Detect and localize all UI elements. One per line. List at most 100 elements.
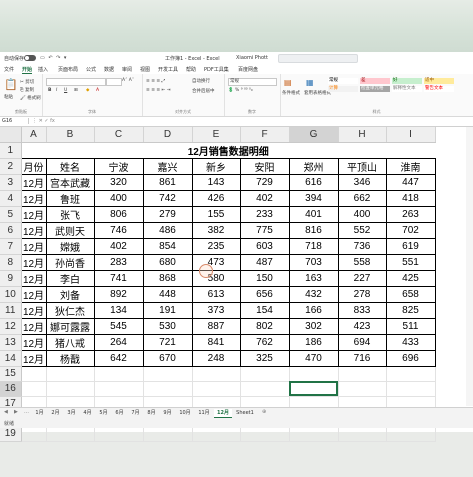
data-cell[interactable]: 729 <box>239 173 290 191</box>
data-cell[interactable]: 235 <box>191 237 241 255</box>
data-cell[interactable]: 12月 <box>20 253 47 271</box>
data-cell[interactable]: 12月 <box>20 301 47 319</box>
paste-icon[interactable]: 📋 <box>4 78 18 91</box>
empty-cell[interactable] <box>143 366 193 382</box>
row-header-12[interactable]: 12 <box>0 318 22 335</box>
sheet-tab-7[interactable]: 8月 <box>144 409 159 417</box>
paste-label[interactable]: 粘贴 <box>4 94 13 100</box>
currency-icon[interactable]: 💲 % ⁹ ⁰⁰ ⁰₀ <box>228 88 253 93</box>
data-cell[interactable]: 680 <box>142 253 193 271</box>
data-cell[interactable]: 12月 <box>20 317 47 335</box>
data-cell[interactable]: 402 <box>239 189 290 207</box>
data-cell[interactable]: 868 <box>142 269 193 287</box>
ribbon-tab-9[interactable]: 帮助 <box>186 66 196 73</box>
select-all-corner[interactable] <box>0 127 22 143</box>
underline-button[interactable]: U <box>64 88 67 93</box>
sheet-tab-0[interactable]: 1月 <box>32 409 47 417</box>
data-cell[interactable]: 武则天 <box>45 221 95 239</box>
data-cell[interactable]: 12月 <box>20 173 47 191</box>
empty-cell[interactable] <box>386 426 436 442</box>
cell-style-2[interactable]: 好 <box>392 78 422 84</box>
column-header-F[interactable]: F <box>240 127 290 143</box>
data-cell[interactable]: 530 <box>142 317 193 335</box>
data-cell[interactable]: 447 <box>385 173 436 191</box>
sheet-tab-10[interactable]: 11月 <box>195 409 213 417</box>
data-cell[interactable]: 432 <box>288 285 339 303</box>
data-cell[interactable]: 616 <box>288 173 339 191</box>
data-cell[interactable]: 264 <box>93 333 144 351</box>
empty-cell[interactable] <box>338 426 387 442</box>
row-header-11[interactable]: 11 <box>0 302 22 319</box>
add-sheet-icon[interactable]: ⊕ <box>262 409 266 415</box>
data-cell[interactable]: 191 <box>142 301 193 319</box>
data-cell[interactable]: 806 <box>93 205 144 223</box>
row-header-6[interactable]: 6 <box>0 222 22 239</box>
search-box[interactable] <box>278 54 358 63</box>
ribbon-tab-4[interactable]: 公式 <box>86 66 96 73</box>
data-cell[interactable]: 12月 <box>20 269 47 287</box>
empty-cell[interactable] <box>46 426 95 442</box>
column-header-A[interactable]: A <box>21 127 47 143</box>
data-cell[interactable]: 宫本武藏 <box>45 173 95 191</box>
data-cell[interactable]: 558 <box>337 253 387 271</box>
data-cell[interactable]: 杨戬 <box>45 349 95 367</box>
empty-cell[interactable] <box>386 366 436 382</box>
ribbon-tab-0[interactable]: 文件 <box>4 66 14 73</box>
sheet-tab-4[interactable]: 5月 <box>96 409 111 417</box>
header-cell-I[interactable]: 淮南 <box>385 157 436 175</box>
data-cell[interactable]: 892 <box>93 285 144 303</box>
data-cell[interactable]: 551 <box>385 253 436 271</box>
row-header-9[interactable]: 9 <box>0 270 22 287</box>
column-header-H[interactable]: H <box>338 127 387 143</box>
row-header-13[interactable]: 13 <box>0 334 22 351</box>
data-cell[interactable]: 233 <box>239 205 290 223</box>
cell-style-7[interactable]: 警告文本 <box>424 86 454 92</box>
format-painter-icon[interactable]: 🖌 格式刷 <box>20 95 41 101</box>
cell-style-0[interactable]: 常规 <box>328 78 358 84</box>
data-cell[interactable]: 186 <box>288 333 339 351</box>
sheet-title[interactable]: 12月销售数据明细 <box>21 142 435 159</box>
font-size-dropdown[interactable] <box>106 78 122 86</box>
data-cell[interactable]: 刘备 <box>45 285 95 303</box>
empty-cell[interactable] <box>240 366 290 382</box>
data-cell[interactable]: 487 <box>239 253 290 271</box>
data-cell[interactable]: 248 <box>191 349 241 367</box>
column-header-D[interactable]: D <box>143 127 193 143</box>
row-header-4[interactable]: 4 <box>0 190 22 207</box>
wrap-text-button[interactable]: 自动换行 <box>192 78 210 84</box>
data-cell[interactable]: 154 <box>239 301 290 319</box>
data-cell[interactable]: 320 <box>93 173 144 191</box>
data-cell[interactable]: 619 <box>385 237 436 255</box>
header-cell-A[interactable]: 月份 <box>20 157 47 175</box>
data-cell[interactable]: 718 <box>288 237 339 255</box>
cell-style-4[interactable]: 计算 <box>328 86 358 92</box>
data-cell[interactable]: 402 <box>93 237 144 255</box>
data-cell[interactable]: 12月 <box>20 349 47 367</box>
column-header-C[interactable]: C <box>94 127 144 143</box>
vertical-scrollbar[interactable] <box>466 127 473 406</box>
data-cell[interactable]: 嫦娥 <box>45 237 95 255</box>
data-cell[interactable]: 325 <box>239 349 290 367</box>
empty-cell[interactable] <box>143 381 193 397</box>
data-cell[interactable]: 716 <box>337 349 387 367</box>
data-cell[interactable]: 702 <box>385 221 436 239</box>
cell-style-1[interactable]: 差 <box>360 78 390 84</box>
column-header-B[interactable]: B <box>46 127 95 143</box>
ribbon-tab-8[interactable]: 开发工具 <box>158 66 178 73</box>
ribbon-tab-10[interactable]: PDF工具集 <box>204 66 229 73</box>
data-cell[interactable]: 12月 <box>20 237 47 255</box>
empty-cell[interactable] <box>94 426 144 442</box>
data-cell[interactable]: 279 <box>142 205 193 223</box>
ribbon-tab-2[interactable]: 插入 <box>38 66 48 73</box>
empty-cell[interactable] <box>46 381 95 397</box>
data-cell[interactable]: 12月 <box>20 205 47 223</box>
cell-style-5[interactable]: 检查单元格 <box>360 86 390 92</box>
empty-cell[interactable] <box>386 381 436 397</box>
column-header-I[interactable]: I <box>386 127 436 143</box>
data-cell[interactable]: 155 <box>191 205 241 223</box>
data-cell[interactable]: 762 <box>239 333 290 351</box>
cell-style-3[interactable]: 适中 <box>424 78 454 84</box>
header-cell-E[interactable]: 新乡 <box>191 157 241 175</box>
data-cell[interactable]: 346 <box>337 173 387 191</box>
empty-cell[interactable] <box>94 366 144 382</box>
